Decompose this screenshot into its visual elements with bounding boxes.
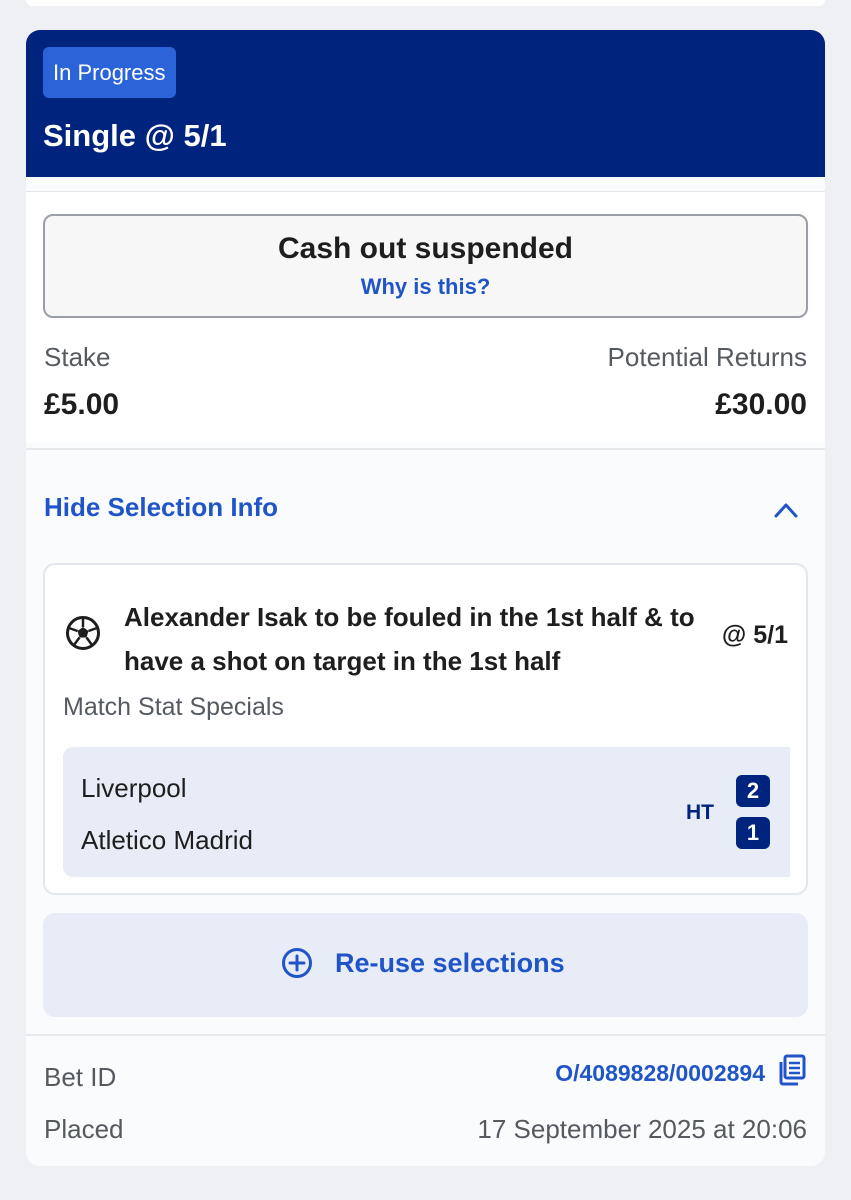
away-team: Atletico Madrid (81, 825, 253, 855)
home-team: Liverpool (81, 773, 187, 803)
returns-label: Potential Returns (607, 342, 807, 372)
copy-icon[interactable] (777, 1054, 807, 1086)
previous-card-edge (26, 0, 825, 6)
reuse-selections-button[interactable]: Re-use selections (43, 913, 808, 1017)
reuse-selections-content: Re-use selections (281, 947, 565, 979)
bet-header: In Progress Single @ 5/1 (26, 30, 825, 177)
selection-name: Alexander Isak to be fouled in the 1st h… (124, 602, 695, 676)
hide-selection-info-toggle[interactable]: Hide Selection Info (44, 492, 278, 523)
why-is-this-link[interactable]: Why is this? (45, 274, 806, 300)
scoreboard: Liverpool Atletico Madrid HT 2 1 (63, 747, 790, 877)
football-icon (66, 616, 100, 650)
stake-value: £5.00 (44, 388, 120, 421)
status-badge: In Progress (43, 47, 176, 98)
cashout-section: Cash out suspended Why is this? Stake Po… (26, 191, 825, 443)
market-name: Match Stat Specials (63, 693, 284, 721)
bet-id-value[interactable]: O/4089828/0002894 (555, 1060, 765, 1087)
chevron-up-icon[interactable] (774, 500, 798, 520)
period-label: HT (686, 801, 714, 824)
bet-id-label: Bet ID (44, 1062, 117, 1092)
placed-value: 17 September 2025 at 20:06 (477, 1114, 807, 1144)
divider (26, 1034, 825, 1036)
selection-card: Alexander Isak to be fouled in the 1st h… (43, 563, 808, 895)
reuse-selections-label: Re-use selections (335, 947, 565, 978)
away-score: 1 (736, 817, 770, 849)
placed-label: Placed (44, 1114, 124, 1144)
cashout-button[interactable]: Cash out suspended Why is this? (43, 214, 808, 318)
home-score: 2 (736, 775, 770, 807)
bet-card: In Progress Single @ 5/1 Cash out suspen… (26, 30, 825, 1166)
divider (26, 448, 825, 450)
returns-value: £30.00 (715, 388, 807, 421)
bet-type-title: Single @ 5/1 (43, 118, 227, 153)
cashout-title: Cash out suspended (277, 232, 574, 265)
plus-circle-icon (282, 948, 312, 978)
selection-odds: @ 5/1 (721, 621, 788, 649)
stake-label: Stake (44, 342, 111, 372)
